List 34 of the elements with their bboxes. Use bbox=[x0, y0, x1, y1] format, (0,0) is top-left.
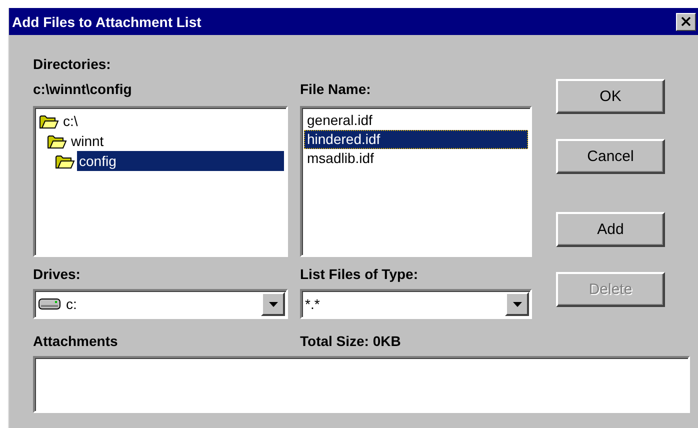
dropdown-arrow-button[interactable] bbox=[505, 292, 529, 316]
drive-icon bbox=[38, 297, 62, 311]
folder-icon bbox=[55, 154, 75, 168]
file-item[interactable]: msadlib.idf bbox=[304, 149, 528, 168]
file-type-label: List Files of Type: bbox=[300, 266, 419, 282]
window-title: Add Files to Attachment List bbox=[12, 14, 202, 30]
directory-list[interactable]: c:\ winnt config bbox=[33, 106, 288, 257]
folder-icon bbox=[47, 134, 67, 148]
attachments-list[interactable] bbox=[33, 356, 690, 413]
total-size-label: Total Size: 0KB bbox=[300, 333, 402, 349]
close-button[interactable] bbox=[676, 12, 696, 30]
close-icon bbox=[681, 17, 691, 26]
file-type-value: *.* bbox=[305, 296, 321, 312]
dialog-button[interactable]: OK bbox=[556, 79, 665, 114]
directories-label: Directories: bbox=[33, 56, 112, 72]
file-name-label: File Name: bbox=[300, 81, 372, 97]
drive-value: c: bbox=[66, 296, 78, 312]
file-type-dropdown[interactable]: *.* bbox=[300, 289, 532, 319]
file-item[interactable]: general.idf bbox=[304, 111, 528, 130]
dialog-button[interactable]: Add bbox=[556, 212, 665, 247]
file-list[interactable]: general.idf hindered.idf msadlib.idf bbox=[300, 106, 532, 257]
current-path: c:\winnt\config bbox=[33, 81, 133, 97]
caret-icon bbox=[512, 302, 522, 306]
drives-dropdown[interactable]: c: bbox=[33, 289, 288, 319]
dropdown-arrow-button[interactable] bbox=[261, 292, 285, 316]
directory-item[interactable]: winnt bbox=[69, 131, 284, 151]
file-item[interactable]: hindered.idf bbox=[304, 130, 528, 149]
attachments-label: Attachments bbox=[33, 333, 119, 349]
directory-item[interactable]: config bbox=[77, 151, 284, 171]
folder-icon bbox=[39, 114, 59, 128]
dialog-button[interactable]: Cancel bbox=[556, 139, 665, 174]
directory-item[interactable]: c:\ bbox=[61, 111, 284, 131]
drives-label: Drives: bbox=[33, 266, 82, 282]
caret-icon bbox=[268, 302, 278, 306]
